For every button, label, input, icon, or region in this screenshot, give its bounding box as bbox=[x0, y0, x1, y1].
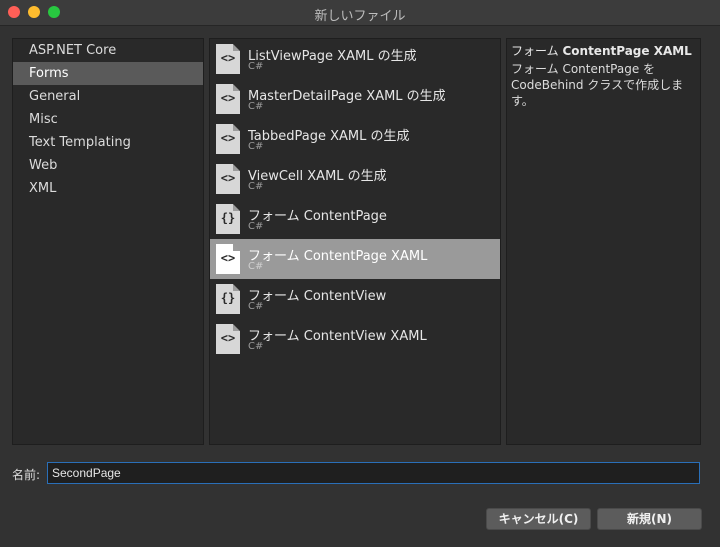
template-item[interactable]: <> ListViewPage XAML の生成 C# bbox=[210, 39, 500, 79]
template-list-panel: <> ListViewPage XAML の生成 C# <> MasterDetailP… bbox=[209, 38, 501, 445]
category-list: ASP.NET Core Forms General Misc Text Templat… bbox=[13, 39, 203, 200]
template-language: C# bbox=[248, 141, 264, 152]
xaml-code-icon: <> bbox=[216, 84, 240, 114]
category-item[interactable]: XML bbox=[13, 177, 203, 200]
template-language: C# bbox=[248, 61, 264, 72]
xaml-code-icon: <> bbox=[216, 164, 240, 194]
template-name: フォーム ContentView bbox=[248, 289, 387, 304]
template-icon-glyph: {} bbox=[220, 291, 236, 305]
template-icon-glyph: <> bbox=[220, 171, 236, 185]
window-title: 新しいファイル bbox=[314, 9, 406, 24]
template-language: C# bbox=[248, 181, 264, 192]
category-item[interactable]: Misc bbox=[13, 108, 203, 131]
template-icon-glyph: <> bbox=[220, 131, 236, 145]
description-title: フォーム ContentPage XAML bbox=[511, 42, 692, 59]
template-item[interactable]: <> TabbedPage XAML の生成 C# bbox=[210, 119, 500, 159]
template-icon-glyph: <> bbox=[220, 251, 236, 265]
name-label: 名前: bbox=[12, 468, 41, 482]
template-name: ViewCell XAML の生成 bbox=[248, 169, 387, 184]
template-item[interactable]: <> ViewCell XAML の生成 C# bbox=[210, 159, 500, 199]
template-language: C# bbox=[248, 221, 264, 232]
category-item[interactable]: Web bbox=[13, 154, 203, 177]
template-icon-glyph: <> bbox=[220, 91, 236, 105]
template-item[interactable]: <> MasterDetailPage XAML の生成 C# bbox=[210, 79, 500, 119]
template-name: フォーム ContentView XAML bbox=[248, 329, 427, 344]
xaml-code-icon: <> bbox=[216, 324, 240, 354]
new-file-dialog: 新しいファイル ASP.NET Core Forms General Misc Text… bbox=[0, 0, 720, 547]
cancel-button[interactable]: キャンセル(C) bbox=[486, 508, 591, 530]
template-language: C# bbox=[248, 261, 264, 272]
csharp-code-icon: {} bbox=[216, 204, 240, 234]
description-title-prefix: フォーム bbox=[511, 44, 563, 58]
category-list-panel: ASP.NET Core Forms General Misc Text Templat… bbox=[12, 38, 204, 445]
title-bar: 新しいファイル bbox=[0, 0, 720, 26]
template-name: MasterDetailPage XAML の生成 bbox=[248, 89, 446, 104]
template-name: TabbedPage XAML の生成 bbox=[248, 129, 410, 144]
template-item[interactable]: {} フォーム ContentPage C# bbox=[210, 199, 500, 239]
template-item[interactable]: {} フォーム ContentView C# bbox=[210, 279, 500, 319]
category-item[interactable]: Forms bbox=[13, 62, 203, 85]
template-item[interactable]: <> フォーム ContentView XAML C# bbox=[210, 319, 500, 359]
template-name: フォーム ContentPage bbox=[248, 209, 387, 224]
category-item[interactable]: General bbox=[13, 85, 203, 108]
template-language: C# bbox=[248, 341, 264, 352]
category-item[interactable]: ASP.NET Core bbox=[13, 39, 203, 62]
new-button[interactable]: 新規(N) bbox=[597, 508, 702, 530]
template-language: C# bbox=[248, 301, 264, 312]
template-name: ListViewPage XAML の生成 bbox=[248, 49, 417, 64]
xaml-code-icon: <> bbox=[216, 124, 240, 154]
template-name: フォーム ContentPage XAML bbox=[248, 249, 428, 264]
template-icon-glyph: <> bbox=[220, 51, 236, 65]
category-item[interactable]: Text Templating bbox=[13, 131, 203, 154]
file-name-input[interactable] bbox=[47, 462, 700, 484]
template-icon-glyph: <> bbox=[220, 331, 236, 345]
description-body: フォーム ContentPage を CodeBehind クラスで作成します。 bbox=[511, 62, 684, 108]
template-icon-glyph: {} bbox=[220, 211, 236, 225]
template-item[interactable]: <> フォーム ContentPage XAML C# bbox=[210, 239, 500, 279]
csharp-code-icon: {} bbox=[216, 284, 240, 314]
template-language: C# bbox=[248, 101, 264, 112]
xaml-code-icon: <> bbox=[216, 244, 240, 274]
description-title-bold: ContentPage XAML bbox=[562, 44, 692, 58]
xaml-code-icon: <> bbox=[216, 44, 240, 74]
template-list: <> ListViewPage XAML の生成 C# <> MasterDetailP… bbox=[210, 39, 500, 359]
template-description-panel: フォーム ContentPage XAML フォーム ContentPage を… bbox=[506, 38, 701, 445]
